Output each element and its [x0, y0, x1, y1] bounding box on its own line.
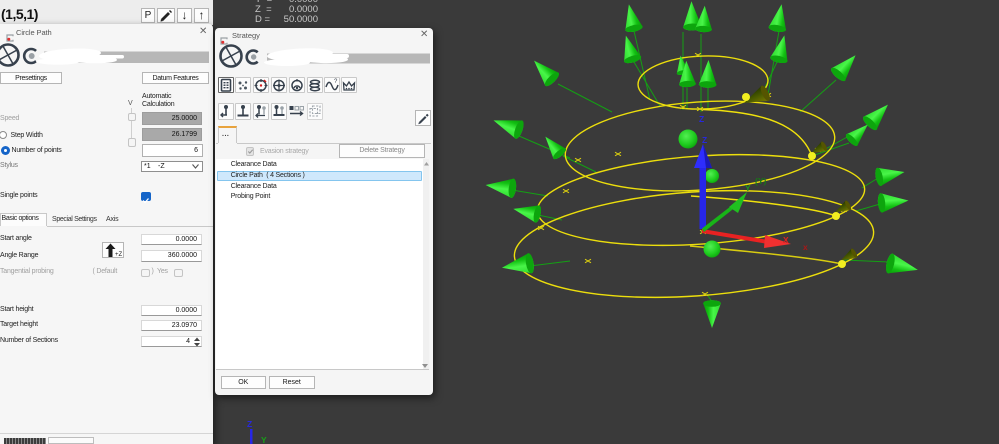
- svg-text:Y: Y: [261, 435, 267, 444]
- svg-text:Z: Z: [702, 135, 707, 145]
- svg-text:x: x: [803, 242, 808, 252]
- svg-text:Z: Z: [699, 114, 704, 124]
- svg-text:Y: Y: [745, 183, 751, 193]
- svg-text:X: X: [783, 235, 789, 245]
- svg-text:50.0000: 50.0000: [284, 14, 318, 25]
- svg-text:?: ?: [334, 79, 338, 85]
- svg-text:(Y): (Y): [755, 176, 767, 186]
- svg-text:D =: D =: [255, 14, 271, 25]
- svg-text:+Z: +Z: [115, 252, 123, 258]
- svg-text:Z: Z: [247, 419, 252, 429]
